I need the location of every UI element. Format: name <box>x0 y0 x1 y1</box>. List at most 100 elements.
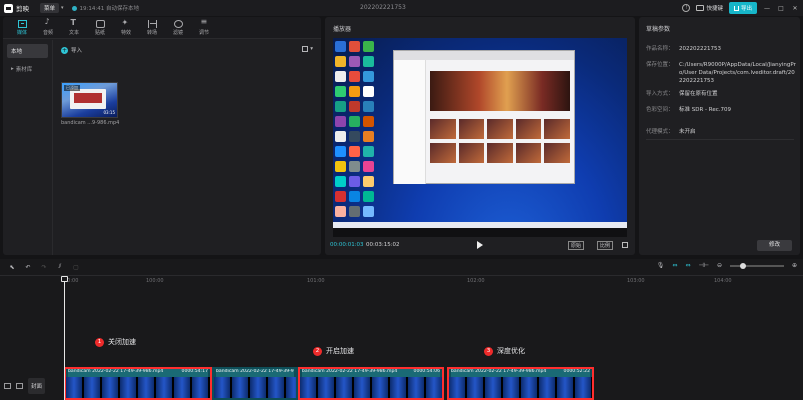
autosave-status: 19:14:41 自动保存本地 <box>79 6 139 12</box>
close-icon[interactable]: ✕ <box>791 5 799 12</box>
total-time: 00:03:15:02 <box>366 242 400 248</box>
sidebar-item-local[interactable]: 本地 <box>7 44 48 58</box>
zoom-in-icon[interactable]: ⊕ <box>792 262 797 269</box>
lock-icon[interactable] <box>4 383 11 389</box>
badge-label: 深度优化 <box>497 347 525 355</box>
prop-value: 标准 SDR - Rec.709 <box>679 107 732 113</box>
shortcut-label: 快捷键 <box>706 6 723 12</box>
original-ratio-button[interactable]: 原始 <box>568 241 585 250</box>
link-icon[interactable]: ⇔ <box>672 262 677 269</box>
import-label: 导入 <box>71 48 83 54</box>
tab-media[interactable]: 媒体 <box>9 19 35 36</box>
chevron-down-icon[interactable]: ▾ <box>61 5 64 11</box>
split-icon[interactable]: ⫽ <box>56 263 64 271</box>
snap-icon[interactable]: ⇔ <box>685 262 690 269</box>
badge-number: 2 <box>313 346 322 356</box>
tab-text[interactable]: 文本 <box>61 18 87 36</box>
ruler-tick: 100:00 <box>146 278 164 284</box>
cover-button[interactable]: 封面 <box>28 378 46 394</box>
clip-label: bandicam 2022-02-22 17-49-39-986.mp4 0000… <box>451 369 590 377</box>
media-icon <box>17 19 27 28</box>
time-ruler[interactable]: 00:00 100:00 101:00 102:00 103:00 104:00 <box>64 276 803 286</box>
timeline-clip[interactable]: bandicam 2022-02-22 17-49-39-986.mp4 0000… <box>447 367 594 400</box>
tab-filter[interactable]: 滤镜 <box>165 19 191 36</box>
tab-label: 转场 <box>146 29 157 36</box>
plus-icon: + <box>61 46 68 54</box>
tab-label: 媒体 <box>16 29 27 36</box>
zoom-knob[interactable] <box>739 262 746 269</box>
divider <box>646 139 794 140</box>
preview-taskbar <box>333 222 627 228</box>
app-logo: 剪映 <box>4 3 36 13</box>
mute-icon[interactable] <box>16 383 23 389</box>
title-bar: 剪映 菜单 ▾ 19:14:41 自动保存本地 202202221753 ! 快… <box>0 0 803 16</box>
minimize-icon[interactable]: — <box>763 5 771 12</box>
playhead-handle[interactable] <box>61 276 68 282</box>
modify-button[interactable]: 修改 <box>757 240 792 251</box>
clip-duration: 0000:54:17 <box>181 369 208 374</box>
export-label: 导出 <box>740 6 752 12</box>
project-title: 202202221753 <box>360 4 406 11</box>
media-thumbnail[interactable]: 已添加 03:15 <box>61 82 118 118</box>
tab-label: 贴纸 <box>94 29 105 36</box>
select-tool-icon[interactable]: ⬉ <box>8 264 16 271</box>
tab-effect[interactable]: 特效 <box>113 18 139 36</box>
ruler-tick: 101:00 <box>307 278 325 284</box>
prop-value: C:/Users/R9000P/AppData/Local/JianyingPr… <box>679 62 796 84</box>
preview-axis-icon[interactable]: ⊣⊢ <box>698 262 708 269</box>
clip-frames <box>300 377 442 398</box>
playhead[interactable] <box>64 276 65 400</box>
timeline-clip[interactable]: bandicam 2022-02-22 17-49-39-986.mp4 0000… <box>298 367 444 400</box>
clip-name: bandicam 2022-02-22 17-49-39-986.mp4 <box>216 369 294 374</box>
menu-button[interactable]: 菜单 <box>40 3 60 13</box>
timeline-toolbar: ⬉ ↶ ↷ ⫽ ▢ 🎙 ⇔ ⇔ ⊣⊢ ⊖ ⊕ <box>0 259 803 276</box>
delete-icon[interactable]: ▢ <box>72 264 80 271</box>
text-icon <box>70 18 79 28</box>
grid-icon <box>302 46 309 52</box>
export-icon <box>733 5 739 11</box>
prop-row-name: 作品名称： 202202221753 <box>646 45 796 53</box>
import-button[interactable]: + 导入 <box>61 46 82 54</box>
tab-label: 调节 <box>198 29 209 36</box>
tab-label: 文本 <box>68 29 79 36</box>
clip-name: bandicam 2022-02-22 17-49-39-986.mp4 <box>451 369 547 374</box>
microphone-icon[interactable]: 🎙 <box>657 262 665 269</box>
player-panel: 播放器 00:00:01:03 00:03:15:02 原始 比例 <box>325 17 635 255</box>
media-panel: 媒体 音频 文本 贴纸 特效 转场 滤镜 调节 本地 ▸素材库 + 导入 ▾ 已… <box>3 17 321 255</box>
ruler-tick: 102:00 <box>467 278 485 284</box>
tab-transition[interactable]: 转场 <box>139 19 165 36</box>
added-badge: 已添加 <box>64 85 80 91</box>
view-toggle[interactable]: ▾ <box>302 46 313 52</box>
shortcut-button[interactable]: 快捷键 <box>696 4 723 12</box>
preview-app-window <box>393 50 575 184</box>
zoom-out-icon[interactable]: ⊖ <box>717 262 722 269</box>
tab-adjust[interactable]: 调节 <box>191 17 217 36</box>
fullscreen-icon[interactable] <box>622 242 628 248</box>
filter-icon <box>173 19 183 28</box>
video-preview[interactable] <box>333 38 627 237</box>
timeline-clip[interactable]: bandicam 2022-02-22 17-49-39-986.mp4 <box>212 367 298 400</box>
prop-value: 未开启 <box>679 129 696 135</box>
info-icon[interactable]: ! <box>682 4 691 12</box>
undo-icon[interactable]: ↶ <box>24 264 32 271</box>
annotation-badge: 3 深度优化 <box>484 346 525 356</box>
logo-text: 剪映 <box>16 5 29 13</box>
clip-frames <box>66 377 210 398</box>
draft-properties-panel: 草稿参数 作品名称： 202202221753 保存位置： C:/Users/R… <box>639 17 800 255</box>
tab-sticker[interactable]: 贴纸 <box>87 19 113 36</box>
player-title: 播放器 <box>333 26 352 33</box>
tab-audio[interactable]: 音频 <box>35 17 61 36</box>
autosave-icon <box>71 5 77 11</box>
zoom-slider[interactable] <box>729 262 784 269</box>
play-icon[interactable] <box>477 241 483 249</box>
timeline-right-tools: 🎙 ⇔ ⇔ ⊣⊢ ⊖ ⊕ <box>657 262 797 269</box>
redo-icon[interactable]: ↷ <box>40 264 48 271</box>
sticker-icon <box>95 19 105 28</box>
timeline-clip[interactable]: bandicam 2022-02-22 17-49-39-986.mp4 0000… <box>64 367 212 400</box>
effect-icon <box>122 18 131 28</box>
sidebar-item-library[interactable]: ▸ 素材库 <box>7 62 48 76</box>
export-button[interactable]: 导出 <box>728 2 757 14</box>
aspect-ratio-button[interactable]: 比例 <box>597 241 614 250</box>
maximize-icon[interactable]: □ <box>777 5 785 12</box>
prop-row-colorspace: 色彩空间： 标准 SDR - Rec.709 <box>646 106 796 114</box>
